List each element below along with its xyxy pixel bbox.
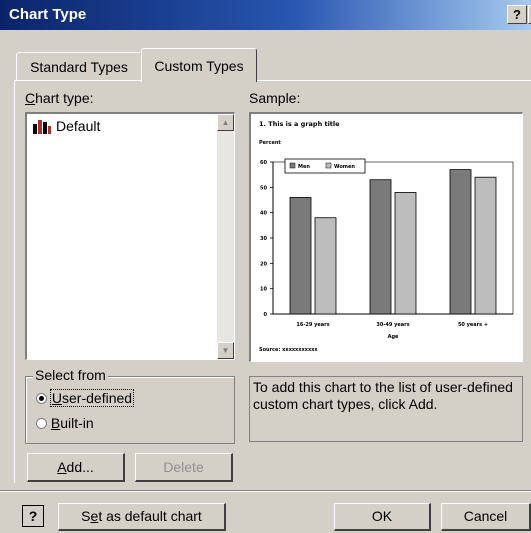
radio-unselected-icon — [36, 418, 47, 429]
y-tick-label: 60 — [260, 160, 267, 166]
chart-source: Source: xxxxxxxxxxx — [259, 347, 318, 353]
x-axis-label: Age — [388, 334, 399, 340]
bar-chart-icon — [33, 120, 51, 134]
help-icon[interactable]: ? — [22, 505, 44, 527]
bar — [289, 197, 312, 315]
radio-label: Built-in — [50, 415, 94, 431]
bar — [474, 176, 497, 315]
legend-label: Women — [334, 164, 355, 170]
delete-button[interactable]: Delete — [135, 453, 233, 482]
built-in-radio[interactable]: Built-in — [36, 414, 94, 432]
legend-swatch — [325, 162, 332, 169]
user-defined-radio[interactable]: User-defined — [36, 389, 135, 407]
tab-standard-types[interactable]: Standard Types — [16, 52, 142, 80]
tab-custom-types[interactable]: Custom Types — [141, 48, 257, 82]
sample-chart: 1. This is a graph title Percent 0 10 20 30 40… — [259, 120, 514, 353]
sample-label: Sample: — [249, 90, 301, 106]
separator — [0, 490, 531, 492]
set-as-default-button[interactable]: Set as default chart — [58, 503, 226, 531]
x-tick-label: 16-29 years — [296, 322, 329, 328]
list-scrollbar[interactable]: ▲ ▼ — [217, 114, 234, 359]
list-item-label: Default — [56, 118, 101, 134]
chart-type-label: Chart type: — [25, 90, 94, 106]
legend-swatch — [289, 162, 296, 169]
bar — [314, 217, 337, 315]
ok-button[interactable]: OK — [334, 503, 431, 531]
x-tick-label: 30-49 years — [376, 322, 409, 328]
chart-title: 1. This is a graph title — [259, 120, 340, 128]
cancel-button[interactable]: Cancel — [441, 503, 531, 531]
select-from-legend: Select from — [33, 367, 108, 383]
x-tick-label: 50 years + — [458, 322, 488, 328]
y-axis-label: Percent — [259, 140, 281, 146]
bar — [369, 179, 392, 315]
bar — [449, 169, 472, 315]
title-bar: Chart Type ? — [0, 0, 531, 30]
y-tick-label: 10 — [260, 287, 267, 293]
description-text: To add this chart to the list of user-de… — [249, 376, 523, 442]
y-tick-label: 30 — [260, 236, 267, 242]
scroll-down-icon[interactable]: ▼ — [217, 342, 234, 359]
y-tick-label: 50 — [260, 185, 267, 191]
radio-selected-icon — [36, 393, 47, 404]
bar — [394, 192, 417, 315]
chart-sample: 1. This is a graph title Percent 0 10 20 30 40… — [249, 112, 523, 362]
select-from-group: Select from User-defined Built-in — [25, 367, 235, 444]
y-tick-label: 0 — [264, 312, 268, 318]
window-title: Chart Type — [9, 6, 87, 23]
y-tick-label: 20 — [260, 261, 267, 267]
chart-type-list[interactable]: Default ▲ ▼ — [25, 112, 235, 360]
add-button[interactable]: Add... — [27, 453, 125, 482]
help-title-button[interactable]: ? — [507, 5, 527, 24]
legend-label: Men — [298, 164, 310, 170]
list-item[interactable]: Default — [32, 117, 100, 135]
y-tick-label: 40 — [260, 211, 267, 217]
radio-label: User-defined — [49, 389, 135, 407]
scroll-up-icon[interactable]: ▲ — [217, 114, 234, 131]
